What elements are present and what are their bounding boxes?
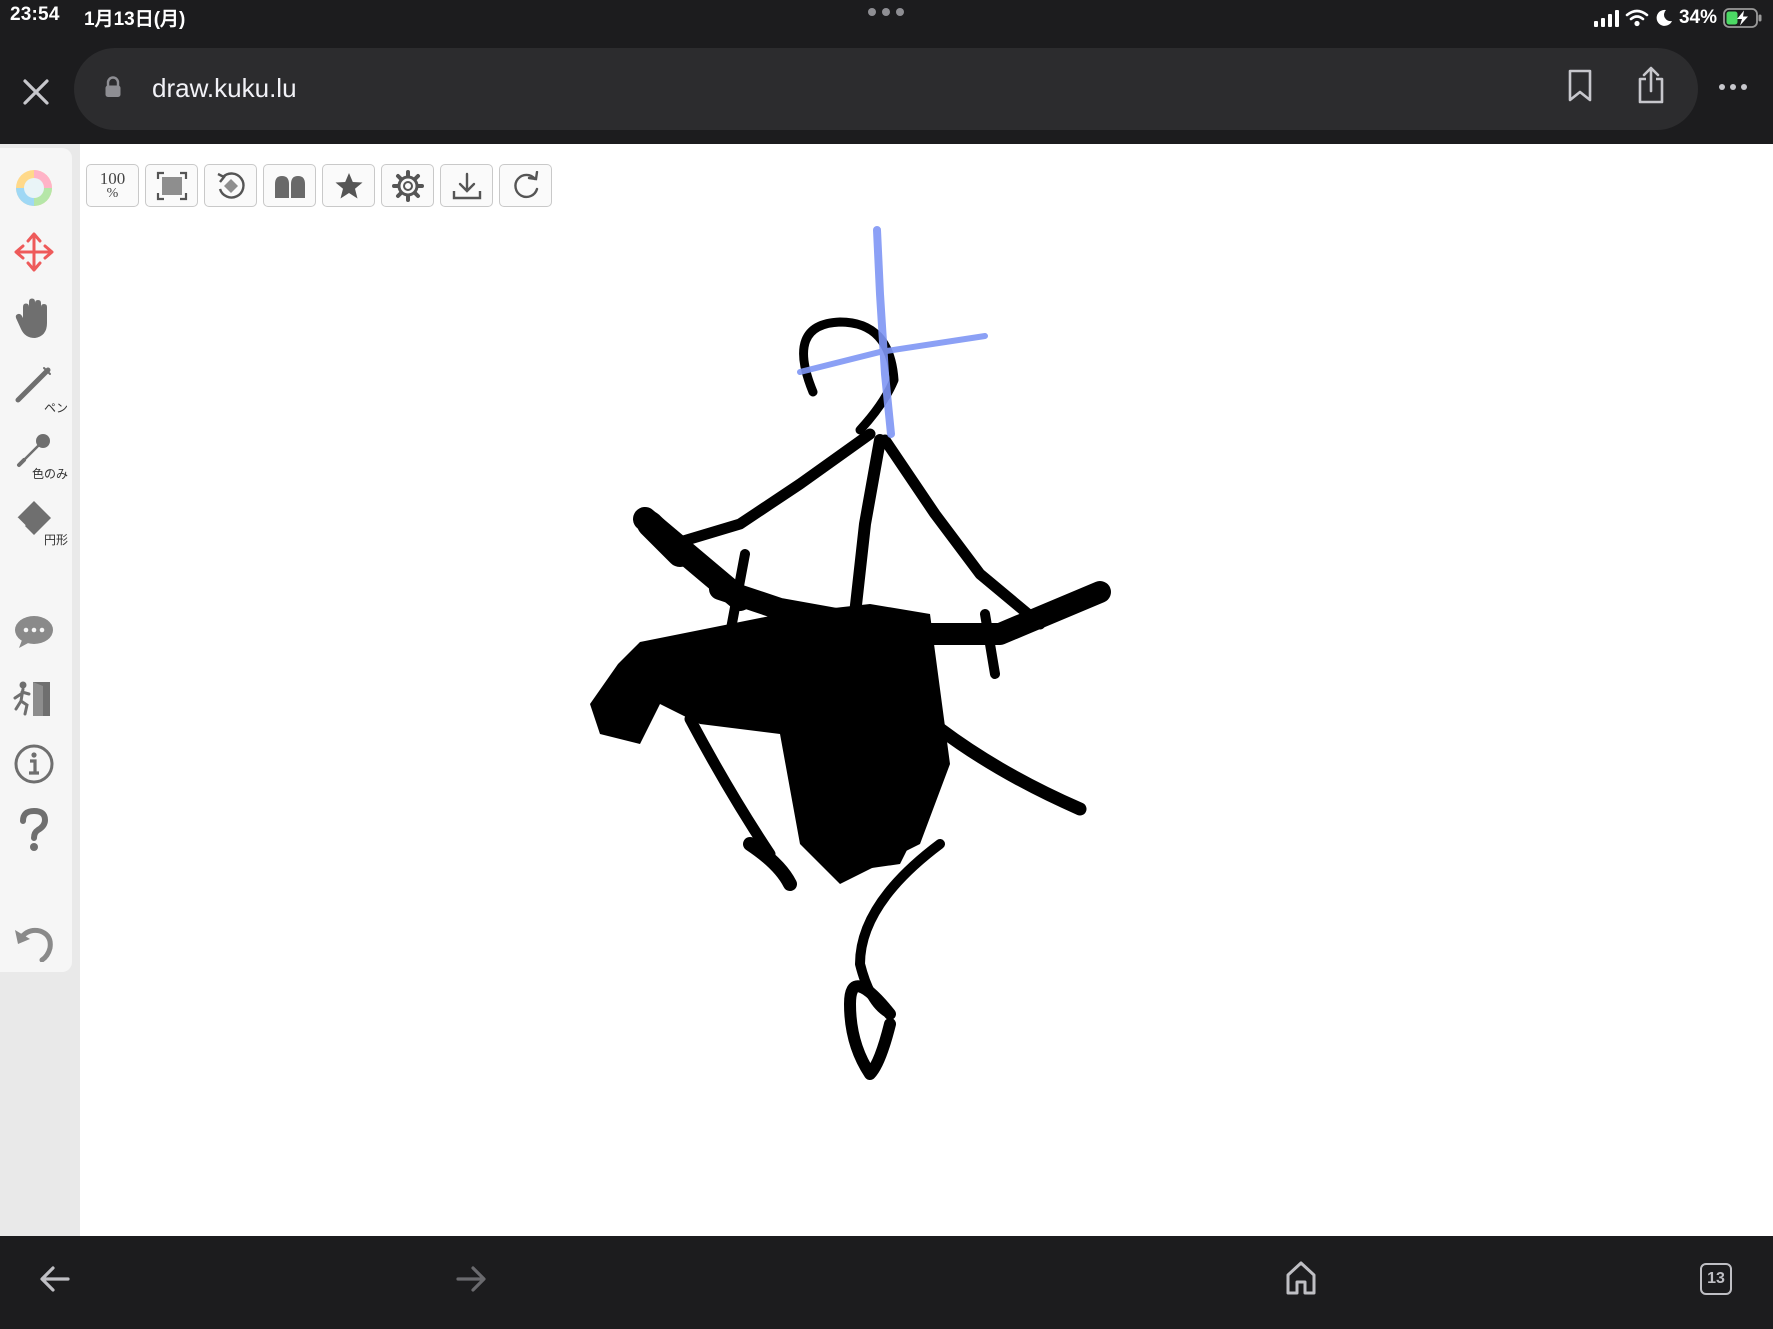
exit-room-button[interactable] — [8, 672, 60, 724]
drawing-app: ペン 色のみ 円形 100 % — [0, 144, 1773, 1236]
tool-panel: ペン 色のみ 円形 — [0, 148, 72, 972]
browser-toolbar: draw.kuku.lu — [0, 48, 1773, 144]
battery-charging-icon — [1723, 8, 1762, 28]
reload-icon — [513, 170, 538, 198]
close-icon[interactable] — [18, 74, 54, 110]
pen-tool-label: ペン — [43, 401, 68, 415]
chat-button[interactable] — [8, 606, 60, 658]
zoom-unit: % — [106, 185, 119, 201]
bookmark-icon[interactable] — [1566, 69, 1594, 103]
battery-percent: 34% — [1678, 7, 1717, 28]
layers-button[interactable] — [263, 164, 316, 207]
undo-icon — [15, 927, 53, 962]
chat-bubble-icon — [15, 616, 53, 648]
fit-screen-icon — [156, 171, 187, 200]
status-time: 23:54 — [10, 4, 60, 25]
rotate-icon — [216, 171, 245, 199]
info-button[interactable] — [8, 738, 60, 790]
download-button[interactable] — [440, 164, 493, 207]
pen-tool-button[interactable]: ペン — [8, 358, 68, 415]
eyedropper-tool-label: 色のみ — [31, 467, 68, 481]
home-icon[interactable] — [1284, 1260, 1318, 1296]
undo-button[interactable] — [8, 916, 60, 968]
lock-icon — [105, 76, 121, 97]
hand-icon — [15, 298, 47, 338]
signal-icon — [1593, 10, 1619, 27]
status-bar: 23:54 1月13日(月) 34% — [0, 0, 1773, 48]
multitasking-dots-icon[interactable] — [866, 6, 906, 18]
move-arrows-icon — [14, 232, 54, 272]
favorite-button[interactable] — [322, 164, 375, 207]
color-wheel-icon — [16, 170, 52, 206]
layers-icon — [274, 175, 305, 198]
settings-button[interactable] — [381, 164, 434, 207]
download-icon — [452, 172, 481, 199]
moon-icon — [1656, 9, 1672, 26]
tabs-button[interactable]: 13 — [1700, 1263, 1732, 1295]
rotate-button[interactable] — [204, 164, 257, 207]
forward-arrow-icon[interactable] — [454, 1264, 488, 1294]
zoom-100-button[interactable]: 100 % — [86, 164, 139, 207]
url-text[interactable]: draw.kuku.lu — [152, 73, 297, 104]
address-bar[interactable]: draw.kuku.lu — [74, 48, 1698, 130]
reload-button[interactable] — [499, 164, 552, 207]
settings-gear-icon — [391, 169, 424, 202]
status-date: 1月13日(月) — [84, 9, 186, 30]
move-tool-button[interactable] — [8, 226, 60, 278]
tool-sidebar: ペン 色のみ 円形 — [0, 144, 80, 1236]
color-wheel-button[interactable] — [8, 162, 60, 214]
wifi-icon — [1625, 9, 1649, 27]
eyedropper-tool-button[interactable]: 色のみ — [8, 424, 68, 481]
info-icon — [14, 744, 54, 784]
fit-screen-button[interactable] — [145, 164, 198, 207]
share-icon[interactable] — [1636, 65, 1666, 105]
tab-count: 13 — [1707, 1270, 1725, 1287]
drawing-canvas[interactable]: 100 % — [80, 144, 1773, 1236]
hand-tool-button[interactable] — [8, 292, 60, 344]
eraser-tool-button[interactable]: 円形 — [8, 490, 68, 547]
eraser-tool-label: 円形 — [43, 533, 68, 547]
zoom-label: 100 % — [99, 168, 126, 201]
more-icon[interactable] — [1718, 82, 1748, 92]
help-button[interactable] — [8, 804, 60, 856]
canvas-toolbar: 100 % — [86, 164, 552, 207]
favorite-star-icon — [335, 172, 362, 198]
exit-door-icon — [13, 681, 50, 716]
canvas-drawing[interactable] — [80, 144, 1773, 1236]
zoom-value: 100 — [99, 168, 126, 188]
browser-bottom-bar: 13 — [0, 1236, 1773, 1329]
back-arrow-icon[interactable] — [38, 1264, 72, 1294]
question-icon — [20, 807, 49, 851]
